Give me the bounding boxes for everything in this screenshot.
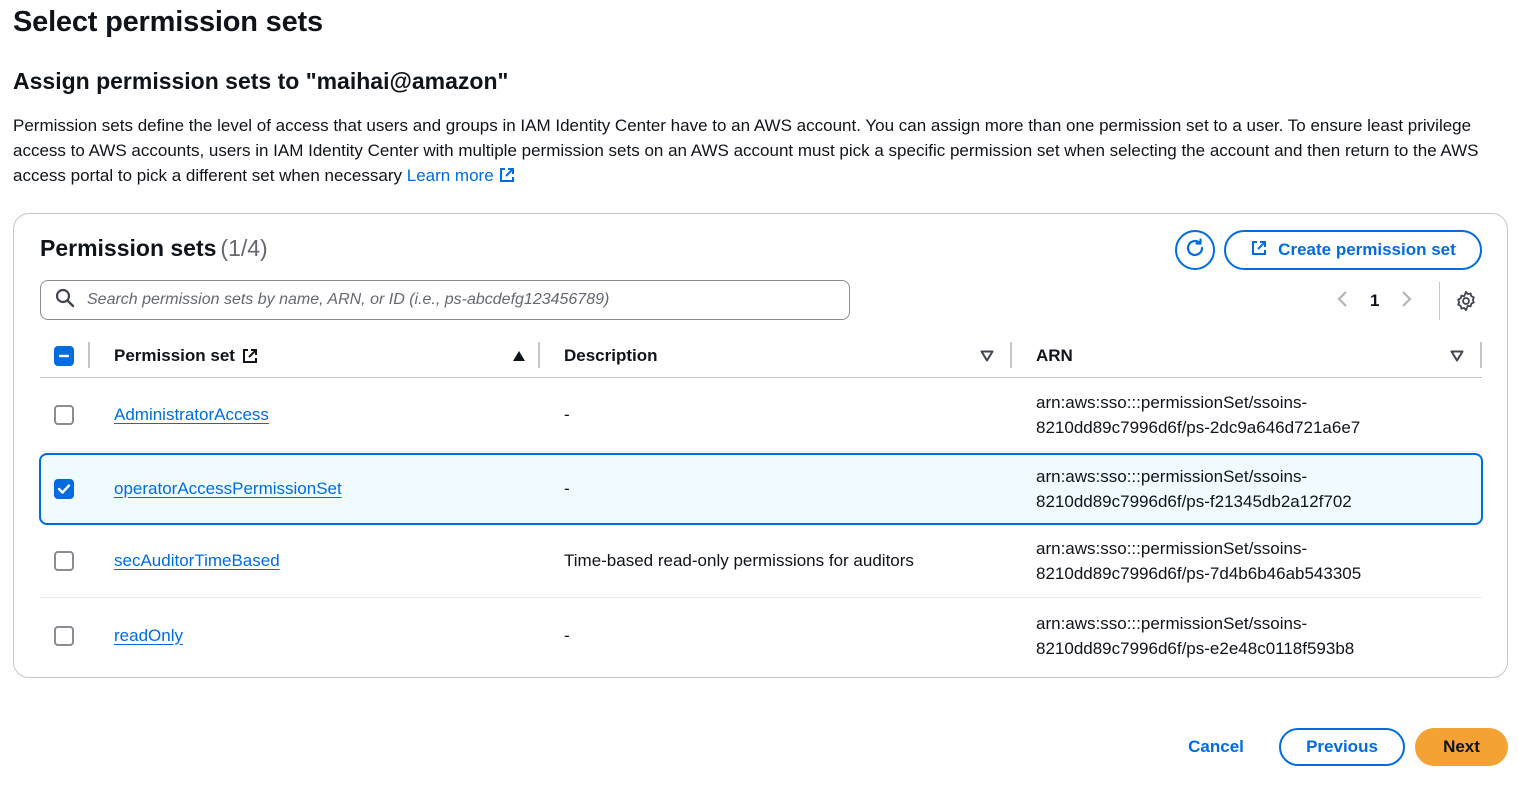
search-field[interactable] bbox=[40, 280, 850, 320]
table-row[interactable]: AdministratorAccess - arn:aws:sso:::perm… bbox=[40, 379, 1482, 452]
select-all-box[interactable] bbox=[54, 346, 74, 366]
checkmark-icon bbox=[57, 484, 71, 494]
row-description: Time-based read-only permissions for aud… bbox=[564, 551, 914, 570]
chevron-right-icon[interactable] bbox=[1401, 290, 1413, 313]
section-title: Assign permission sets to "maihai@amazon… bbox=[13, 68, 509, 94]
row-checkbox[interactable] bbox=[54, 599, 74, 672]
row-checkbox[interactable] bbox=[54, 379, 74, 451]
permission-sets-container: Permission sets (1/4) Create permission s… bbox=[13, 213, 1508, 678]
row-checkbox[interactable] bbox=[54, 455, 74, 523]
external-link-icon bbox=[1250, 239, 1268, 262]
create-button-label: Create permission set bbox=[1278, 240, 1456, 259]
external-link-icon bbox=[241, 347, 259, 365]
column-separator bbox=[538, 342, 540, 368]
row-arn: arn:aws:sso:::permissionSet/ssoins-8210d… bbox=[1036, 525, 1361, 597]
refresh-icon bbox=[1183, 236, 1207, 265]
column-separator bbox=[88, 342, 90, 368]
sort-icon[interactable] bbox=[980, 350, 994, 362]
column-header-permission-set[interactable]: Permission set bbox=[114, 334, 526, 378]
column-header-arn[interactable]: ARN bbox=[1036, 334, 1464, 378]
external-link-icon bbox=[498, 166, 516, 191]
row-checkbox[interactable] bbox=[54, 525, 74, 597]
chevron-left-icon[interactable] bbox=[1336, 290, 1348, 313]
arn-line: arn:aws:sso:::permissionSet/ssoins- bbox=[1036, 539, 1308, 558]
search-icon bbox=[55, 288, 75, 313]
previous-button[interactable]: Previous bbox=[1279, 728, 1405, 766]
arn-line: 8210dd89c7996d6f/ps-2dc9a646d721a6e7 bbox=[1036, 418, 1361, 437]
table-title: Permission sets bbox=[40, 235, 217, 261]
arn-line: arn:aws:sso:::permissionSet/ssoins- bbox=[1036, 613, 1308, 633]
column-separator bbox=[1480, 342, 1482, 368]
table-header: Permission sets (1/4) bbox=[40, 235, 268, 262]
pagination: 1 bbox=[1336, 286, 1413, 316]
select-all-checkbox[interactable] bbox=[54, 334, 74, 378]
minus-icon bbox=[58, 354, 70, 358]
permission-set-link[interactable]: readOnly bbox=[114, 626, 183, 646]
page: Select permission sets Assign permission… bbox=[0, 0, 1518, 787]
row-description: - bbox=[564, 405, 570, 424]
arn-line: arn:aws:sso:::permissionSet/ssoins- bbox=[1036, 467, 1308, 486]
arn-line: 8210dd89c7996d6f/ps-7d4b6b46ab543305 bbox=[1036, 564, 1362, 583]
column-header-description[interactable]: Description bbox=[564, 334, 994, 378]
arn-line: arn:aws:sso:::permissionSet/ssoins- bbox=[1036, 393, 1308, 412]
description-text: Permission sets define the level of acce… bbox=[13, 116, 1479, 185]
sort-icon[interactable] bbox=[1450, 350, 1464, 362]
row-arn: arn:aws:sso:::permissionSet/ssoins-8210d… bbox=[1036, 379, 1360, 451]
next-button[interactable]: Next bbox=[1415, 728, 1508, 766]
table-row[interactable]: readOnly - arn:aws:sso:::permissionSet/s… bbox=[40, 599, 1482, 672]
column-label-description: Description bbox=[564, 346, 658, 365]
cancel-button[interactable]: Cancel bbox=[1170, 728, 1262, 766]
row-checkbox-box[interactable] bbox=[54, 405, 74, 425]
table-row[interactable]: secAuditorTimeBased Time-based read-only… bbox=[40, 525, 1482, 598]
row-description: - bbox=[564, 479, 570, 498]
permission-set-link[interactable]: secAuditorTimeBased bbox=[114, 551, 280, 571]
row-checkbox-box[interactable] bbox=[54, 551, 74, 571]
gear-icon[interactable] bbox=[1454, 289, 1478, 313]
row-description: - bbox=[564, 625, 570, 645]
column-label-arn: ARN bbox=[1036, 346, 1073, 365]
row-arn: arn:aws:sso:::permissionSet/ssoins-8210d… bbox=[1036, 455, 1352, 523]
sort-ascending-icon[interactable] bbox=[512, 350, 526, 362]
row-checkbox-box[interactable] bbox=[54, 479, 74, 499]
page-number[interactable]: 1 bbox=[1370, 291, 1379, 311]
create-permission-set-button[interactable]: Create permission set bbox=[1224, 230, 1482, 270]
row-checkbox-box[interactable] bbox=[54, 625, 74, 646]
column-separator bbox=[1010, 342, 1012, 368]
column-label-permission-set: Permission set bbox=[114, 346, 235, 365]
row-arn: arn:aws:sso:::permissionSet/ssoins-8210d… bbox=[1036, 599, 1354, 672]
table-row-selected[interactable]: operatorAccessPermissionSet - arn:aws:ss… bbox=[39, 453, 1483, 525]
search-input[interactable] bbox=[85, 290, 845, 310]
pager-divider bbox=[1439, 282, 1440, 320]
learn-more-label: Learn more bbox=[406, 166, 494, 185]
permission-set-link[interactable]: AdministratorAccess bbox=[114, 405, 269, 425]
arn-line: 8210dd89c7996d6f/ps-e2e48c0118f593b8 bbox=[1036, 638, 1355, 658]
learn-more-link[interactable]: Learn more bbox=[407, 166, 516, 185]
permission-set-link[interactable]: operatorAccessPermissionSet bbox=[114, 479, 342, 499]
arn-line: 8210dd89c7996d6f/ps-f21345db2a12f702 bbox=[1036, 492, 1352, 511]
table-column-headers: Permission set Description ARN bbox=[40, 334, 1482, 378]
page-description: Permission sets define the level of acce… bbox=[13, 113, 1493, 191]
selection-count: (1/4) bbox=[220, 235, 268, 261]
page-title: Select permission sets bbox=[13, 6, 323, 38]
refresh-button[interactable] bbox=[1175, 230, 1215, 270]
